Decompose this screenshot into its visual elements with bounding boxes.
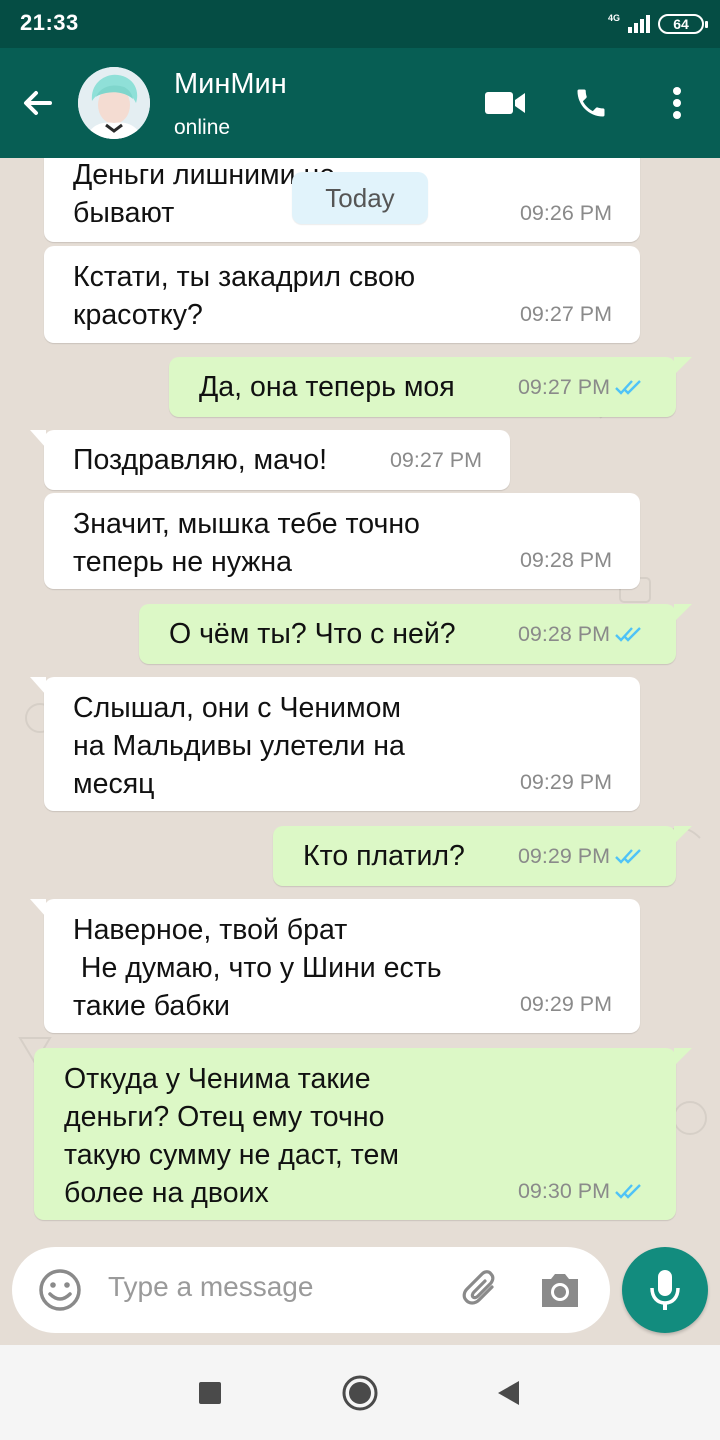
network-type: 4G <box>607 13 620 23</box>
more-options-icon[interactable] <box>654 80 700 126</box>
message-incoming[interactable]: Поздравляю, мачо! 09:27 PM <box>30 430 510 490</box>
message-text: Поздравляю, мачо! <box>73 444 327 476</box>
message-time: 09:27 PM <box>519 302 612 326</box>
message-text: Кто платил? <box>303 840 465 872</box>
message-text: Наверное, твой брат Не думаю, что у Шини… <box>73 914 442 1022</box>
message-text: О чём ты? Что с ней? <box>169 618 456 650</box>
message-time: 09:28 PM <box>519 548 612 572</box>
attach-icon[interactable] <box>462 1269 504 1311</box>
mic-icon <box>650 1270 680 1310</box>
message-outgoing[interactable]: О чём ты? Что с ней? 09:28 PM <box>139 604 692 664</box>
mic-button[interactable] <box>622 1247 708 1333</box>
avatar[interactable] <box>78 67 150 139</box>
message-incoming[interactable]: Значит, мышка тебе точно теперь не нужна… <box>44 493 640 589</box>
back-button[interactable] <box>488 1373 528 1413</box>
message-time: 09:28 PM <box>517 622 610 646</box>
read-ticks-icon <box>615 627 641 642</box>
back-arrow-icon[interactable] <box>18 83 58 123</box>
circle-icon <box>342 1375 378 1411</box>
date-chip: Today <box>292 172 428 224</box>
message-outgoing[interactable]: Откуда у Ченима такие деньги? Отец ему т… <box>34 1048 692 1220</box>
status-bar: 21:33 4G 64 <box>0 0 720 48</box>
message-text: Да, она теперь моя <box>199 371 455 403</box>
message-time: 09:27 PM <box>389 448 482 472</box>
contact-name[interactable]: МинМин <box>174 68 287 101</box>
message-time: 09:29 PM <box>519 770 612 794</box>
triangle-back-icon <box>498 1381 519 1405</box>
message-time: 09:29 PM <box>519 992 612 1016</box>
message-incoming[interactable]: Наверное, твой брат Не думаю, что у Шини… <box>30 899 640 1033</box>
emoji-icon[interactable] <box>38 1268 82 1312</box>
status-time: 21:33 <box>20 10 79 35</box>
signal-icon <box>628 15 650 33</box>
recents-button[interactable] <box>190 1373 230 1413</box>
message-text: Слышал, они с Ченимом на Мальдивы улетел… <box>73 692 405 800</box>
message-composer[interactable]: Type a message <box>12 1247 610 1333</box>
message-input[interactable]: Type a message <box>108 1271 313 1303</box>
message-text: Значит, мышка тебе точно теперь не нужна <box>73 508 420 578</box>
video-call-icon[interactable] <box>482 80 528 126</box>
chat-header: МинМин online <box>0 48 720 158</box>
message-outgoing[interactable]: Да, она теперь моя 09:27 PM <box>169 357 692 417</box>
message-time: 09:29 PM <box>517 844 610 868</box>
camera-icon[interactable] <box>538 1269 582 1311</box>
message-time: 09:30 PM <box>517 1179 610 1203</box>
battery-level: 64 <box>673 16 689 32</box>
message-text: Кстати, ты закадрил свою красотку? <box>73 261 416 331</box>
message-incoming[interactable]: Слышал, они с Ченимом на Мальдивы улетел… <box>30 677 640 811</box>
square-icon <box>199 1382 221 1404</box>
read-ticks-icon <box>615 1184 641 1199</box>
voice-call-icon[interactable] <box>568 80 614 126</box>
message-time: 09:26 PM <box>519 201 612 225</box>
status-icons: 4G 64 <box>607 10 708 38</box>
contact-status: online <box>174 116 231 139</box>
battery-icon: 64 <box>658 14 708 34</box>
read-ticks-icon <box>615 849 641 864</box>
chat-messages[interactable]: Деньги лишними не бывают 09:26 PM Today … <box>0 158 720 1245</box>
system-nav-bar <box>0 1345 720 1440</box>
read-ticks-icon <box>615 380 641 395</box>
message-time: 09:27 PM <box>517 375 610 399</box>
home-button[interactable] <box>340 1373 380 1413</box>
message-outgoing[interactable]: Кто платил? 09:29 PM <box>273 826 692 886</box>
message-incoming[interactable]: Кстати, ты закадрил свою красотку? 09:27… <box>44 246 640 343</box>
message-text: Откуда у Ченима такие деньги? Отец ему т… <box>64 1063 399 1209</box>
